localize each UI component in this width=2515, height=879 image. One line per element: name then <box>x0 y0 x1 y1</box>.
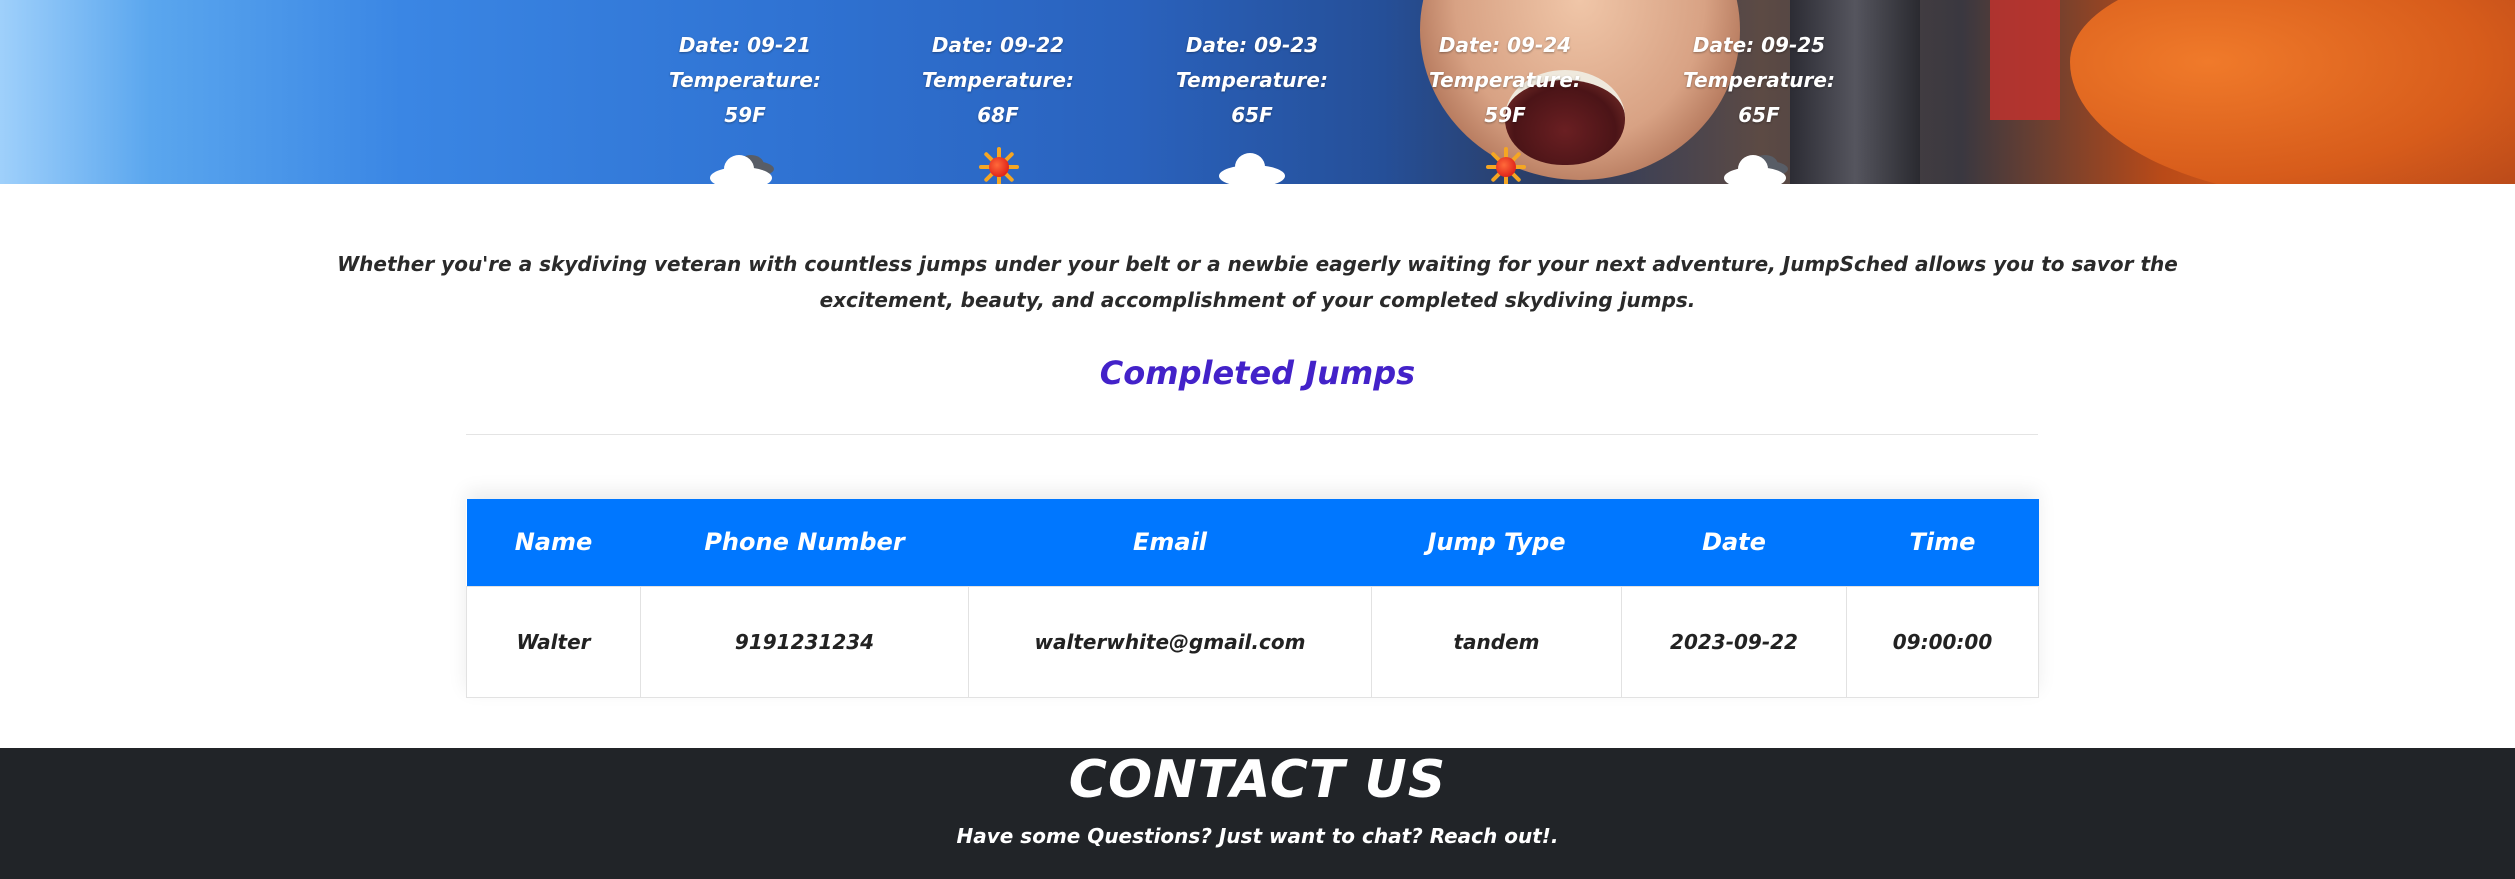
cell-name: Walter <box>466 585 641 698</box>
forecast-day: Date: 09-23 Temperature: 65F <box>1152 28 1352 184</box>
column-header-date: Date <box>1621 499 1847 586</box>
contact-footer: CONTACT US Have some Questions? Just wan… <box>0 748 2515 879</box>
cell-jump-type: tandem <box>1371 585 1622 698</box>
forecast-temperature: Temperature: 59F <box>669 68 821 127</box>
forecast-temperature: Temperature: 59F <box>1429 68 1581 127</box>
forecast-day: Date: 09-21 Temperature: 59F <box>645 28 845 184</box>
forecast-temperature: Temperature: 68F <box>922 68 1074 127</box>
sun-icon <box>953 141 1043 184</box>
cell-email: walterwhite@gmail.com <box>968 585 1372 698</box>
cell-phone: 9191231234 <box>640 585 969 698</box>
forecast-day: Date: 09-24 Temperature: 59F <box>1405 28 1605 184</box>
divider <box>466 434 2038 435</box>
column-header-email: Email <box>968 499 1372 586</box>
forecast-temperature: Temperature: 65F <box>1176 68 1328 127</box>
column-header-phone: Phone Number <box>640 499 969 586</box>
forecast-day: Date: 09-25 Temperature: 65F <box>1659 28 1859 184</box>
cloud-icon <box>1207 141 1297 184</box>
hero-banner: Date: 09-21 Temperature: 59F Date: 09-22… <box>0 0 2515 184</box>
weather-forecast: Date: 09-21 Temperature: 59F Date: 09-22… <box>0 28 2515 184</box>
completed-jumps-table: Name Phone Number Email Jump Type Date T… <box>466 499 2039 698</box>
cell-time: 09:00:00 <box>1846 585 2039 698</box>
intro-line: excitement, beauty, and accomplishment o… <box>819 288 1696 312</box>
partly-cloudy-icon <box>1714 141 1804 184</box>
table-row: Walter 9191231234 walterwhite@gmail.com … <box>466 585 2039 698</box>
forecast-date: Date: 09-21 <box>678 33 812 57</box>
cell-date: 2023-09-22 <box>1621 585 1847 698</box>
intro-line: Whether you're a skydiving veteran with … <box>337 252 2178 276</box>
sun-icon <box>1460 141 1550 184</box>
column-header-time: Time <box>1846 499 2039 586</box>
contact-title: CONTACT US <box>1068 750 1447 810</box>
page-title: Completed Jumps <box>1099 354 1416 392</box>
forecast-temperature: Temperature: 65F <box>1683 68 1835 127</box>
forecast-date: Date: 09-24 <box>1438 33 1572 57</box>
forecast-day: Date: 09-22 Temperature: 68F <box>898 28 1098 184</box>
forecast-date: Date: 09-23 <box>1185 33 1319 57</box>
column-header-name: Name <box>466 499 641 586</box>
partly-cloudy-icon <box>700 141 790 184</box>
intro-paragraph: Whether you're a skydiving veteran with … <box>0 246 2515 318</box>
column-header-jump-type: Jump Type <box>1371 499 1622 586</box>
table-header-row: Name Phone Number Email Jump Type Date T… <box>466 499 2039 586</box>
forecast-date: Date: 09-25 <box>1692 33 1826 57</box>
forecast-date: Date: 09-22 <box>931 33 1065 57</box>
contact-subtitle: Have some Questions? Just want to chat? … <box>956 824 1559 848</box>
